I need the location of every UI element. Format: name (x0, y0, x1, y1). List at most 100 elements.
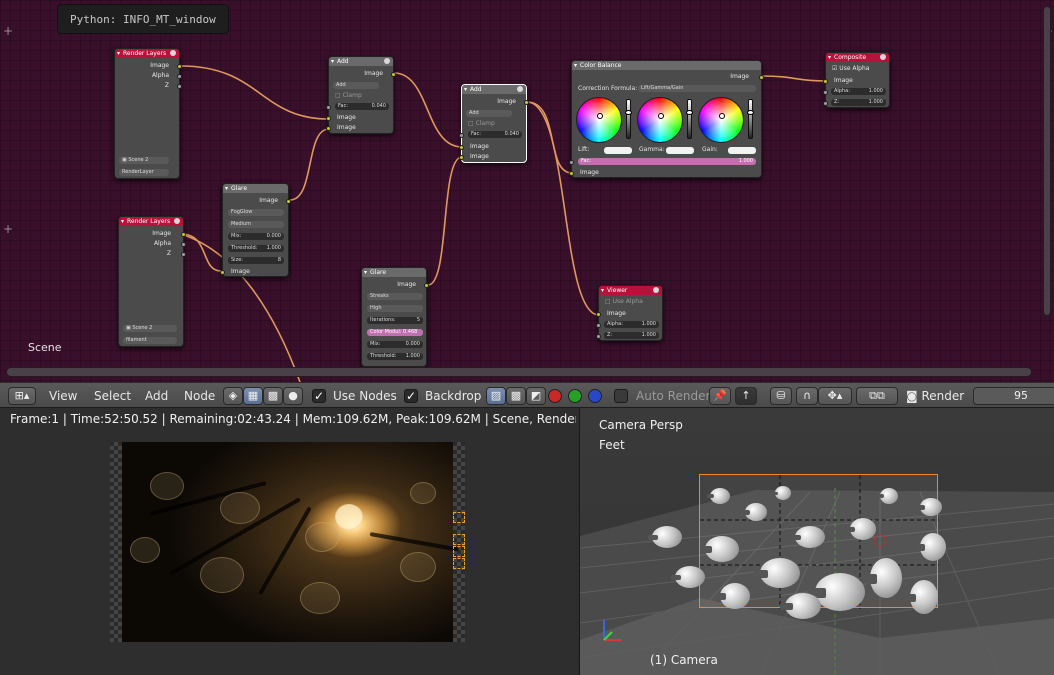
output-socket[interactable] (286, 199, 291, 204)
red-channel-button[interactable] (548, 389, 562, 403)
input-socket[interactable] (569, 171, 574, 176)
output-socket[interactable] (177, 84, 182, 89)
bulb-mesh[interactable] (906, 580, 938, 614)
gain-value-slider[interactable] (747, 99, 754, 139)
mix-field[interactable]: Mix: 0.000 (367, 341, 423, 348)
node-header[interactable]: Composite (826, 53, 889, 62)
vertical-scrollbar[interactable] (1043, 6, 1051, 316)
output-socket[interactable] (181, 242, 186, 247)
output-socket[interactable] (181, 232, 186, 237)
wheel-cursor[interactable] (597, 113, 603, 119)
green-channel-button[interactable] (568, 389, 582, 403)
iterations-field[interactable]: Iterations: 5 (367, 317, 423, 324)
wheel-cursor[interactable] (719, 113, 725, 119)
backdrop-color-button[interactable]: ◩ (526, 387, 546, 405)
menu-view[interactable]: View (49, 383, 77, 409)
gain-color-wheel[interactable] (698, 97, 744, 143)
fac-field[interactable]: Fac: 0.040 (335, 103, 389, 110)
output-socket[interactable] (391, 72, 396, 77)
input-socket[interactable] (459, 133, 464, 138)
3d-viewport[interactable]: Camera Persp Feet (1) Camera (579, 408, 1054, 675)
menu-add[interactable]: Add (145, 383, 168, 409)
input-socket[interactable] (326, 105, 331, 110)
correction-formula-select[interactable]: Lift/Gamma/Gain (638, 85, 756, 92)
alpha-field[interactable]: Alpha: 1.000 (831, 88, 886, 95)
snap-target-menu[interactable]: ✥▴ (818, 387, 852, 405)
image-editor[interactable]: Frame:1 | Time:52:50.52 | Remaining:02:4… (0, 408, 578, 675)
color-modulation-field[interactable]: Color Modul: 0.468 (367, 329, 423, 336)
input-socket[interactable] (823, 79, 828, 84)
scene-selector[interactable]: ▣ Scene 2 (119, 157, 169, 164)
shader-nodes-button[interactable]: ◈ (223, 387, 243, 405)
bulb-mesh[interactable] (741, 503, 767, 521)
bulb-mesh[interactable] (707, 488, 730, 504)
backdrop-checkbox[interactable]: ✓ (404, 389, 418, 403)
glare-node[interactable]: Glare Image Streaks High Iterations:5 Co… (361, 267, 429, 367)
use-nodes-checkbox[interactable]: ✓ (312, 389, 326, 403)
bulb-mesh[interactable] (700, 536, 739, 562)
bulb-mesh[interactable] (808, 573, 865, 611)
glare-type-select[interactable]: Streaks (367, 293, 423, 300)
output-socket[interactable] (177, 64, 182, 69)
layer-selector[interactable]: RenderLayer (119, 169, 169, 176)
input-socket[interactable] (326, 126, 331, 131)
bulb-mesh[interactable] (865, 558, 902, 598)
gain-color-swatch[interactable] (728, 147, 756, 154)
node-header[interactable]: Add (462, 85, 526, 94)
layer-selector[interactable]: filament (123, 337, 177, 344)
backdrop-alpha-button[interactable]: ▩ (506, 387, 526, 405)
input-socket[interactable] (220, 270, 225, 275)
add-node[interactable]: Add Image Add □ Clamp Fac: 0.040 Image I… (459, 84, 529, 163)
editor-type-menu[interactable]: ⊞▴ (8, 387, 36, 405)
blue-channel-button[interactable] (588, 389, 602, 403)
node-preview-icon[interactable] (880, 54, 886, 60)
threshold-field[interactable]: Threshold: 1.000 (367, 353, 423, 360)
node-preview-icon[interactable] (517, 86, 523, 92)
render-layers-node[interactable]: Render Layers Image Alpha Z ▣ Scene 2 Re… (114, 48, 182, 179)
blend-mode-select[interactable]: Add (333, 82, 379, 89)
input-socket[interactable] (596, 312, 601, 317)
render-result-image[interactable] (110, 442, 465, 642)
frame-field[interactable]: 95 (973, 387, 1054, 405)
quality-select[interactable]: High (367, 305, 423, 312)
bulb-mesh[interactable] (772, 486, 791, 500)
node-header[interactable]: Render Layers (115, 49, 179, 58)
viewer-node[interactable]: Viewer □ Use Alpha Image Alpha:1.000 Z:1… (596, 285, 663, 341)
node-preview-icon[interactable] (653, 287, 659, 293)
glare-type-select[interactable]: FogGlow (228, 209, 284, 216)
backdrop-color-alpha-button[interactable]: ▨ (486, 387, 506, 405)
clamp-checkbox[interactable]: □ Clamp (468, 120, 495, 128)
input-socket[interactable] (823, 90, 828, 95)
material-nodes-button[interactable]: ● (283, 387, 303, 405)
snap-element-button[interactable]: ⛁ (770, 387, 792, 405)
alpha-field[interactable]: Alpha: 1.000 (604, 321, 659, 328)
render-layers-node[interactable]: Render Layers Image Alpha Z ▣ Scene 2 fi… (118, 216, 186, 347)
clamp-checkbox[interactable]: □ Clamp (335, 92, 362, 100)
z-field[interactable]: Z: 1.000 (831, 99, 886, 106)
wheel-cursor[interactable] (658, 113, 664, 119)
use-alpha-checkbox[interactable]: □ Use Alpha (605, 298, 643, 306)
input-socket[interactable] (326, 116, 331, 121)
node-header[interactable]: Render Layers (119, 217, 183, 226)
render-button[interactable]: ◙ Render (906, 383, 964, 409)
node-header[interactable]: Color Balance (572, 61, 761, 70)
node-header[interactable]: Glare (362, 268, 426, 277)
add-node[interactable]: Add Image Add □ Clamp Fac: 0.040 Image I… (326, 56, 396, 134)
scene-selector[interactable]: ▣ Scene 2 (123, 325, 177, 332)
menu-select[interactable]: Select (94, 383, 131, 409)
size-field[interactable]: Size: 8 (228, 257, 284, 264)
copy-paste-nodes-button[interactable]: ⧉⧉ (856, 387, 898, 405)
output-socket[interactable] (181, 252, 186, 257)
node-preview-icon[interactable] (174, 218, 180, 224)
bulb-mesh[interactable] (715, 583, 750, 609)
compositing-nodes-button[interactable]: ▦ (243, 387, 263, 405)
output-socket[interactable] (759, 75, 764, 80)
node-preview-icon[interactable] (170, 50, 176, 56)
fac-field[interactable]: Fac: 0.040 (468, 131, 522, 138)
bulb-mesh[interactable] (846, 518, 876, 540)
input-socket[interactable] (459, 155, 464, 160)
output-socket[interactable] (177, 74, 182, 79)
threshold-field[interactable]: Threshold: 1.000 (228, 245, 284, 252)
mix-field[interactable]: Mix: 0.000 (228, 233, 284, 240)
node-editor[interactable]: Python: INFO_MT_window + + + Render Laye… (0, 0, 1054, 382)
